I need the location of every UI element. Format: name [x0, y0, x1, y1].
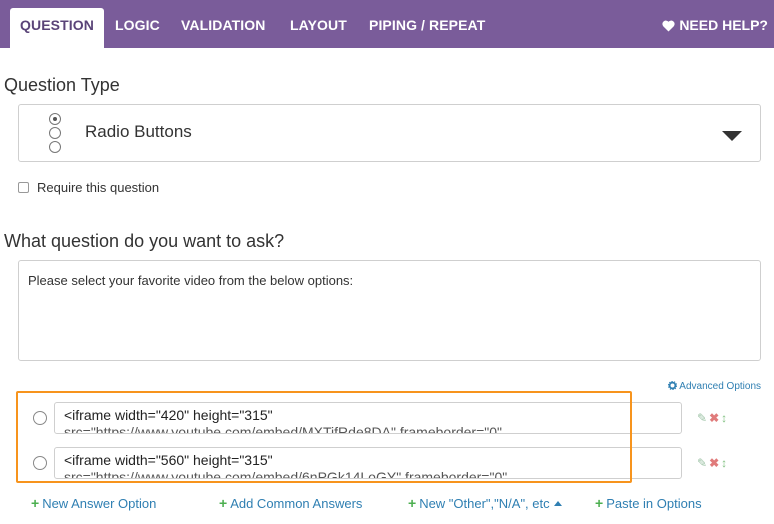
- answer-option-line: <iframe width="420" height="315": [64, 407, 273, 423]
- new-other-na-link[interactable]: + New "Other","N/A", etc: [408, 495, 562, 511]
- tab-piping-repeat[interactable]: PIPING / REPEAT: [369, 8, 485, 43]
- require-label: Require this question: [37, 180, 160, 195]
- caret-up-icon: [553, 501, 562, 506]
- answer-radio-1[interactable]: [33, 411, 47, 425]
- tab-logic[interactable]: LOGIC: [115, 8, 160, 43]
- require-checkbox[interactable]: [18, 182, 29, 193]
- answer-option-line: <iframe width="560" height="315": [64, 452, 273, 468]
- answer-option-input-1[interactable]: <iframe width="420" height="315" src="ht…: [54, 402, 682, 434]
- question-type-value: Radio Buttons: [85, 122, 192, 141]
- tab-question[interactable]: QUESTION: [10, 8, 104, 48]
- pencil-icon[interactable]: ✎: [697, 456, 707, 470]
- pencil-icon[interactable]: ✎: [697, 411, 707, 425]
- answer-row-actions-2: ✎ ✖ ↕: [697, 456, 729, 470]
- answer-radio-2[interactable]: [33, 456, 47, 470]
- add-common-answers-link[interactable]: + Add Common Answers: [219, 495, 362, 511]
- answer-row-actions-1: ✎ ✖ ↕: [697, 411, 729, 425]
- need-help-label: NEED HELP?: [679, 17, 768, 33]
- advanced-options-link[interactable]: Advanced Options: [668, 380, 761, 392]
- plus-icon: +: [219, 495, 228, 511]
- question-text-input[interactable]: Please select your favorite video from t…: [18, 260, 761, 361]
- plus-icon: +: [595, 495, 604, 511]
- question-text-title: What question do you want to ask?: [4, 231, 285, 251]
- tab-validation[interactable]: VALIDATION: [181, 8, 265, 43]
- answer-option-line: src="https://www.youtube.com/embed/MXTif…: [64, 424, 502, 434]
- plus-icon: +: [408, 495, 417, 511]
- tab-bar: QUESTION LOGIC VALIDATION LAYOUT PIPING …: [0, 0, 774, 48]
- chevron-down-icon[interactable]: [722, 131, 742, 141]
- new-answer-option-link[interactable]: + New Answer Option: [31, 495, 156, 511]
- question-type-title: Question Type: [4, 75, 120, 95]
- radio-buttons-icon: [49, 113, 63, 155]
- add-common-answers-label: Add Common Answers: [230, 496, 363, 511]
- need-help-link[interactable]: NEED HELP?: [662, 8, 768, 43]
- delete-icon[interactable]: ✖: [709, 456, 719, 470]
- new-other-na-label: New "Other","N/A", etc: [419, 496, 550, 511]
- answer-actions-bar: + New Answer Option + Add Common Answers +…: [0, 495, 774, 515]
- question-type-select[interactable]: Radio Buttons: [18, 104, 761, 162]
- answer-option-line: src="https://www.youtube.com/embed/6nPGk…: [64, 469, 508, 479]
- answer-option-input-2[interactable]: <iframe width="560" height="315" src="ht…: [54, 447, 682, 479]
- plus-icon: +: [31, 495, 40, 511]
- new-answer-option-label: New Answer Option: [42, 496, 157, 511]
- paste-in-options-label: Paste in Options: [606, 496, 702, 511]
- heart-icon: [662, 20, 675, 32]
- require-question-toggle[interactable]: Require this question: [18, 180, 159, 195]
- delete-icon[interactable]: ✖: [709, 411, 719, 425]
- advanced-options-label: Advanced Options: [679, 381, 761, 392]
- gear-icon: [668, 380, 678, 391]
- tab-layout[interactable]: LAYOUT: [290, 8, 347, 43]
- reorder-icon[interactable]: ↕: [721, 411, 727, 425]
- reorder-icon[interactable]: ↕: [721, 456, 727, 470]
- paste-in-options-link[interactable]: + Paste in Options: [595, 495, 702, 511]
